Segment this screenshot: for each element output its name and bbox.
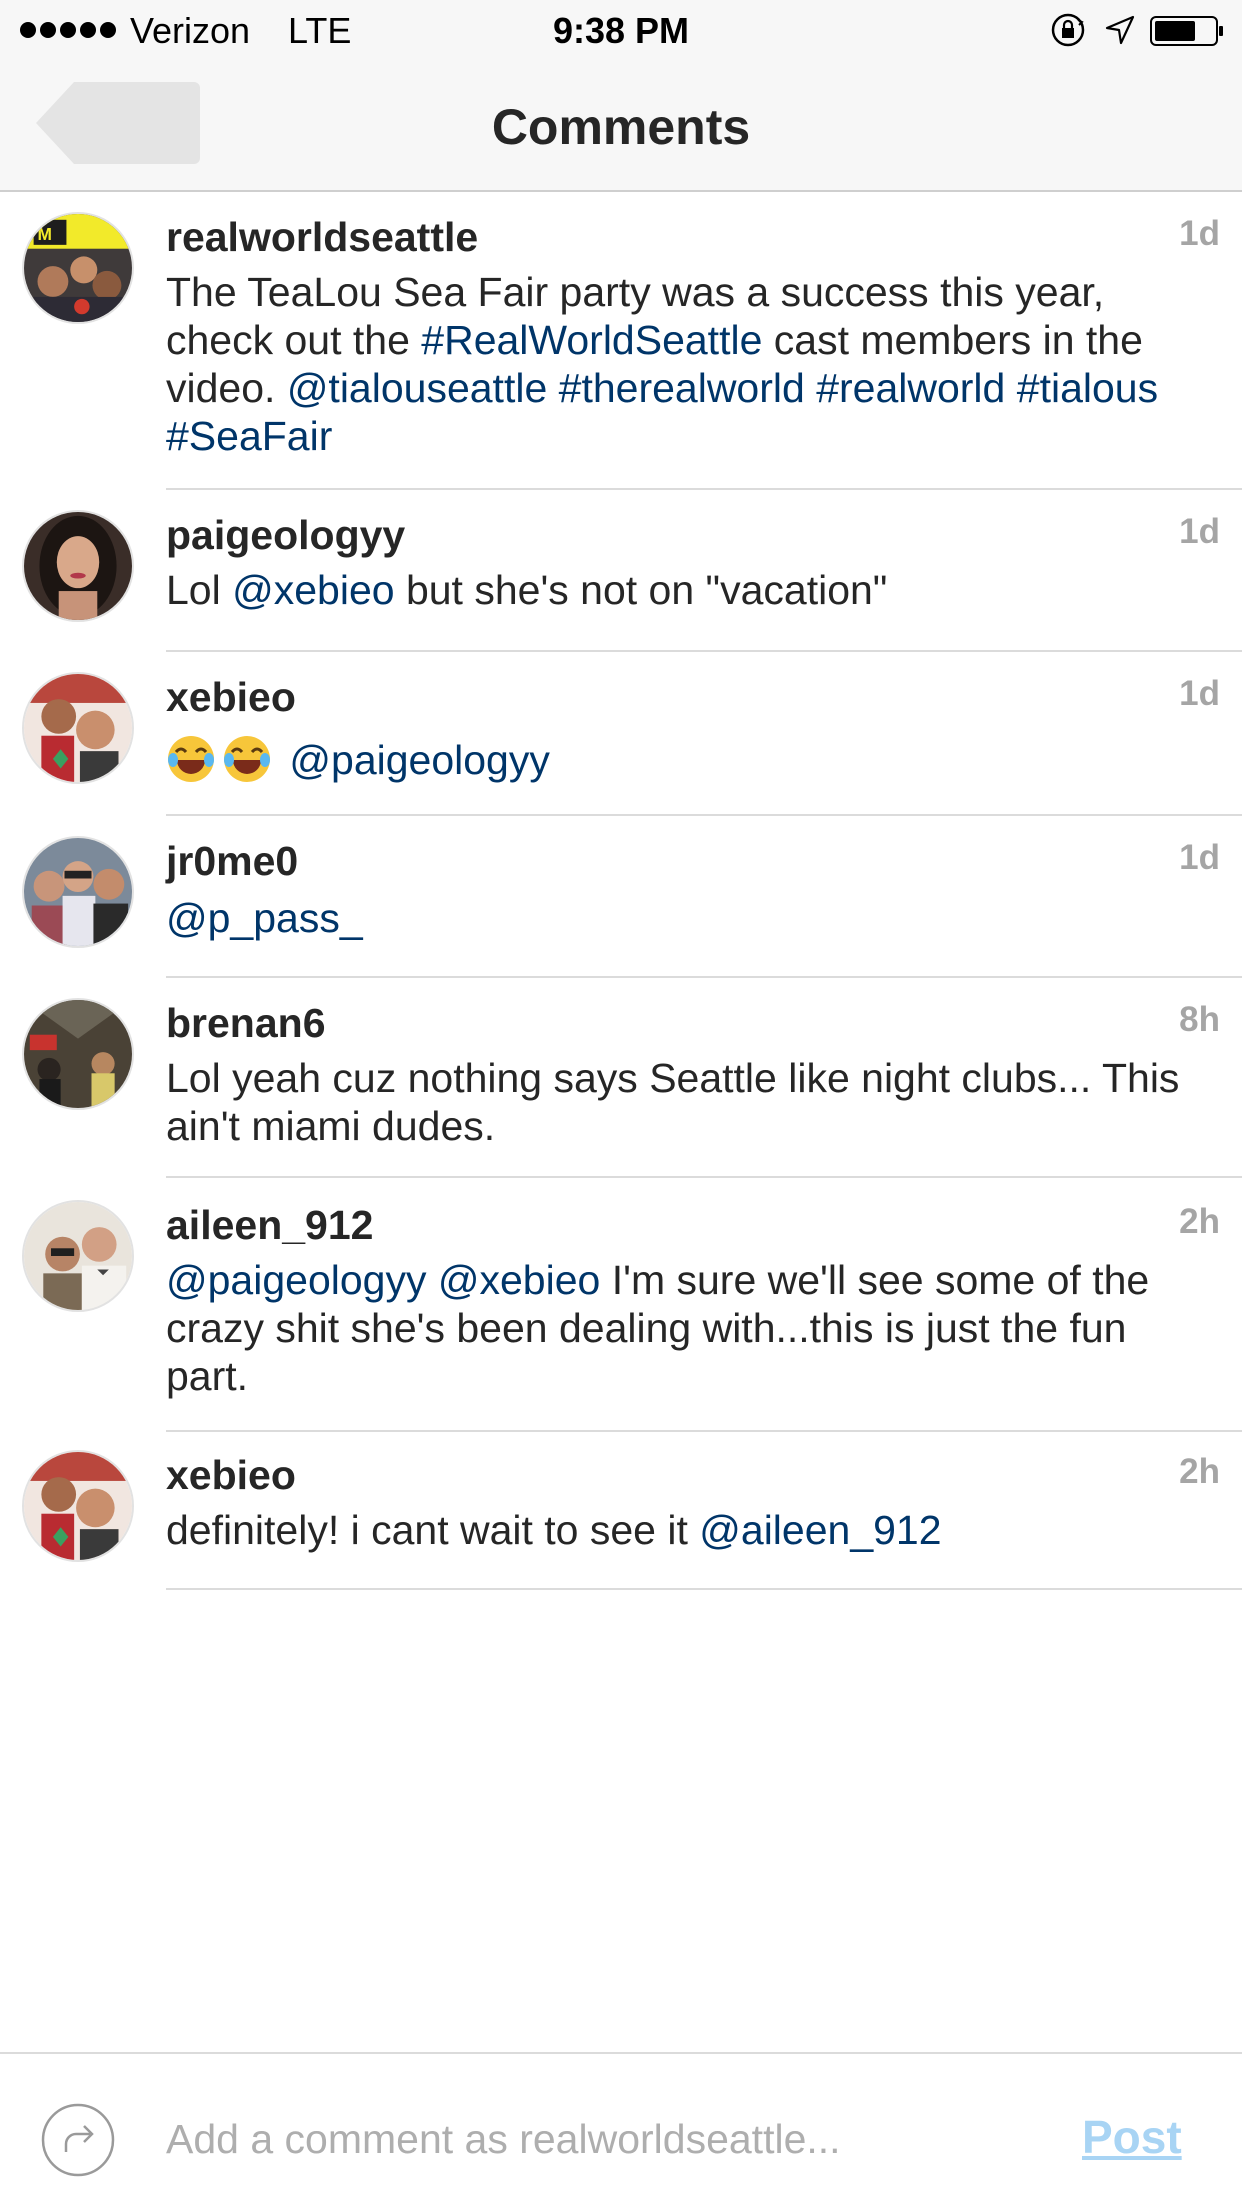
hashtag-link[interactable]: #SeaFair [166, 413, 332, 459]
avatar[interactable]: M [22, 212, 134, 324]
avatar[interactable] [22, 836, 134, 948]
comment-timestamp: 2h [1179, 1202, 1220, 1241]
comment-text: @paigeologyy @xebieo I'm sure we'll see … [166, 1257, 1150, 1399]
share-arrow-icon[interactable] [40, 2102, 116, 2178]
comment-divider [166, 814, 1242, 816]
comment-username[interactable]: xebieo [166, 1452, 296, 1499]
navigation-bar: Comments [0, 60, 1242, 192]
laughing-emoji-icon [224, 736, 270, 782]
comment-username[interactable]: brenan6 [166, 1000, 326, 1047]
avatar[interactable] [22, 672, 134, 784]
hashtag-link[interactable]: #tialous [1017, 365, 1158, 411]
post-button[interactable]: Post [1082, 2110, 1182, 2164]
comment-username[interactable]: xebieo [166, 674, 296, 721]
comment-divider [166, 1430, 1242, 1432]
mention-link[interactable]: @xebieo [232, 567, 394, 613]
status-bar: Verizon LTE 9:38 PM [0, 0, 1242, 60]
comment-text: The TeaLou Sea Fair party was a success … [166, 269, 1159, 459]
hashtag-link[interactable]: #therealworld [559, 365, 805, 411]
comment-timestamp: 1d [1179, 214, 1220, 253]
comment-input[interactable] [166, 2106, 926, 2172]
comment-divider [166, 1176, 1242, 1178]
mention-link[interactable]: @xebieo [438, 1257, 600, 1303]
comment-timestamp: 1d [1179, 512, 1220, 551]
mention-link[interactable]: @tialouseattle [287, 365, 547, 411]
mention-link[interactable]: @paigeologyy [289, 737, 549, 783]
avatar[interactable] [22, 510, 134, 622]
comment-username[interactable]: realworldseattle [166, 214, 478, 261]
comment-divider [166, 1588, 1242, 1590]
avatar[interactable] [22, 998, 134, 1110]
hashtag-link[interactable]: #realworld [816, 365, 1005, 411]
avatar[interactable] [22, 1200, 134, 1312]
laughing-emoji-icon [168, 736, 214, 782]
comments-screen: Verizon LTE 9:38 PM Comments M realworld… [0, 0, 1242, 2208]
comment-timestamp: 8h [1179, 1000, 1220, 1039]
mention-link[interactable]: @aileen_912 [699, 1507, 941, 1553]
comment-text: Lol @xebieo but she's not on "vacation" [166, 567, 888, 613]
mention-link[interactable]: @p_pass_ [166, 895, 363, 941]
comment-timestamp: 2h [1179, 1452, 1220, 1491]
comment-divider [166, 976, 1242, 978]
comment-divider [166, 488, 1242, 490]
comment-timestamp: 1d [1179, 674, 1220, 713]
comment-username[interactable]: aileen_912 [166, 1202, 373, 1249]
comment-username[interactable]: jr0me0 [166, 838, 298, 885]
location-arrow-icon [1105, 15, 1135, 45]
comment-username[interactable]: paigeologyy [166, 512, 405, 559]
comment-timestamp: 1d [1179, 838, 1220, 877]
battery-icon [1150, 16, 1223, 46]
comment-text: @p_pass_ [166, 894, 1216, 942]
comment-divider [166, 650, 1242, 652]
avatar[interactable] [22, 1450, 134, 1562]
comment-text: Lol yeah cuz nothing says Seattle like n… [166, 1055, 1180, 1149]
svg-text:M: M [38, 224, 52, 244]
rotation-lock-icon [1051, 13, 1085, 47]
page-title: Comments [491, 99, 751, 155]
mention-link[interactable]: @paigeologyy [166, 1257, 426, 1303]
comment-text: definitely! i cant wait to see it @ailee… [166, 1507, 942, 1553]
hashtag-link[interactable]: #RealWorldSeattle [421, 317, 762, 363]
comment-composer: Post [0, 2052, 1242, 2208]
comment-text: @paigeologyy [166, 734, 1216, 784]
